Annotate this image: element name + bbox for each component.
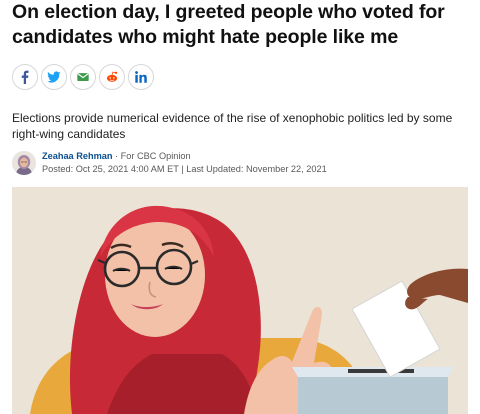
share-facebook-button[interactable] <box>12 64 38 90</box>
date-separator: | <box>181 163 184 174</box>
updated-date: Last Updated: November 22, 2021 <box>186 163 327 174</box>
byline-separator: · <box>115 151 119 161</box>
byline: Zeahaa Rehman · For CBC Opinion Posted: … <box>12 150 327 178</box>
share-reddit-button[interactable] <box>99 64 125 90</box>
reddit-icon <box>106 71 118 82</box>
facebook-icon <box>21 70 29 84</box>
linkedin-icon <box>135 71 147 83</box>
posted-date: Posted: Oct 25, 2021 4:00 AM ET <box>42 163 179 174</box>
twitter-icon <box>47 71 61 83</box>
article-headline: On election day, I greeted people who vo… <box>12 1 445 48</box>
share-linkedin-button[interactable] <box>128 64 154 90</box>
author-avatar <box>12 151 36 175</box>
article-dek: Elections provide numerical evidence of … <box>12 111 453 141</box>
article-illustration <box>12 187 468 414</box>
share-bar <box>12 64 154 94</box>
share-email-button[interactable] <box>70 64 96 90</box>
author-name-link[interactable]: Zeahaa Rehman <box>42 151 112 161</box>
byline-section: For CBC Opinion <box>120 151 191 161</box>
share-twitter-button[interactable] <box>41 64 67 90</box>
email-icon <box>77 73 89 81</box>
